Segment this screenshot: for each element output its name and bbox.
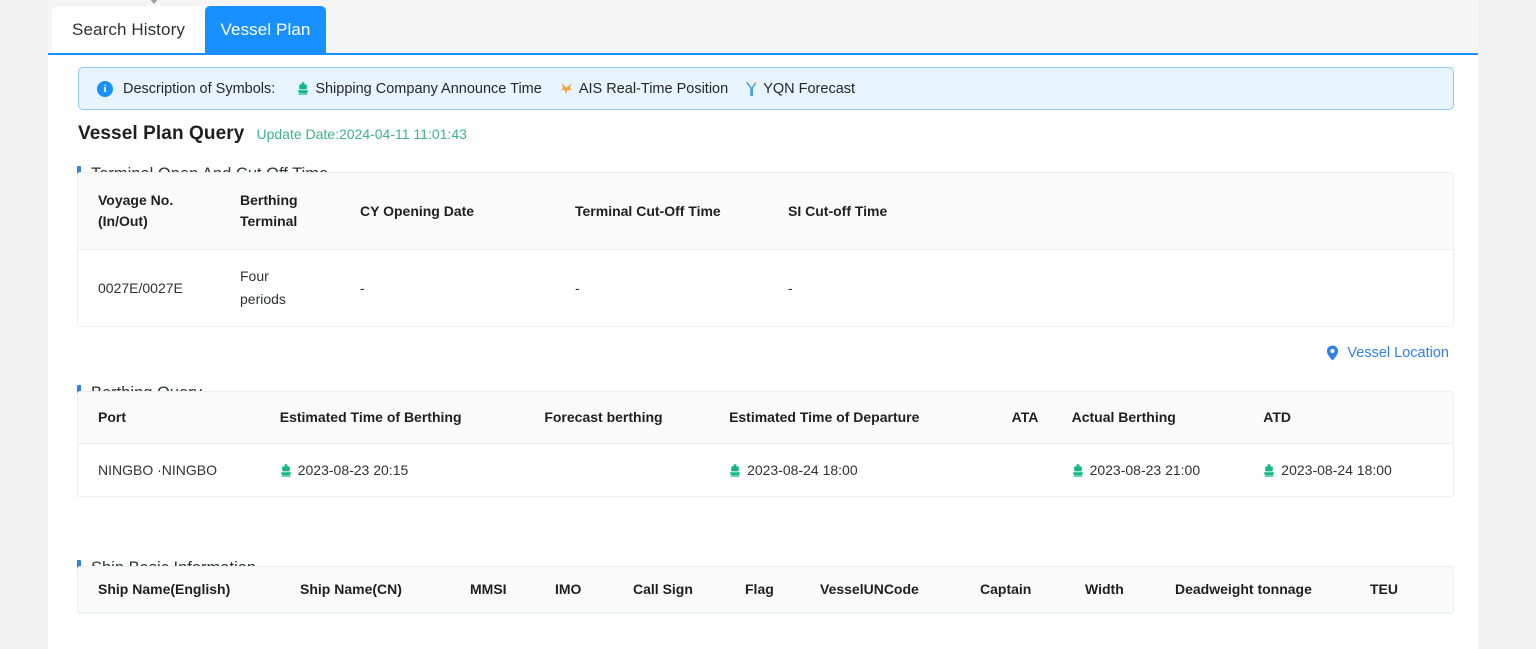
vessel-location-link[interactable]: Vessel Location — [1326, 345, 1449, 361]
cell-actual-berthing-value: 2023-08-23 21:00 — [1089, 461, 1201, 478]
column-header-port: Port — [98, 409, 126, 425]
legend-item-ais-label: AIS Real-Time Position — [578, 80, 729, 97]
tab-vessel-plan[interactable]: Vessel Plan — [205, 6, 326, 53]
column-header-flag: Flag — [745, 581, 774, 597]
column-header-etd: Estimated Time of Departure — [729, 409, 920, 425]
ais-cross-icon — [560, 82, 573, 95]
ship-icon — [729, 463, 741, 477]
column-header-captain: Captain — [980, 581, 1032, 597]
cell-cy-opening-date: - — [360, 279, 365, 296]
column-header-voyage-no: Voyage No. (In/Out) — [98, 192, 174, 229]
tab-strip: Search History Vessel Plan — [48, 0, 1478, 55]
column-header-mmsi: MMSI — [470, 581, 507, 597]
column-header-deadweight-tonnage: Deadweight tonnage — [1175, 581, 1312, 597]
content-pane: Search History Vessel Plan i Description… — [48, 0, 1478, 649]
cell-atd-value: 2023-08-24 18:00 — [1281, 461, 1392, 478]
column-header-ship-name-cn: Ship Name(CN) — [300, 581, 402, 597]
forecast-y-icon — [746, 81, 757, 96]
cell-port: NINGBO ·NINGBO — [98, 461, 218, 478]
table-row: 0027E/0027E Four periods - - - — [78, 250, 1453, 326]
tab-vessel-plan-label: Vessel Plan — [220, 19, 311, 39]
cell-etd: 2023-08-24 18:00 — [709, 459, 992, 482]
cell-terminal-cut-off-time: - — [575, 279, 580, 296]
table-header-row: Voyage No. (In/Out) Berthing Terminal CY… — [78, 173, 1453, 250]
legend-item-shipping-company-label: Shipping Company Announce Time — [315, 80, 542, 97]
column-header-vessel-un-code: VesselUNCode — [820, 581, 919, 597]
tab-search-history[interactable]: Search History — [52, 6, 205, 53]
page-body: i Description of Symbols: Shipping Compa… — [48, 55, 1478, 649]
legend-label: Description of Symbols: — [123, 80, 276, 97]
update-date: Update Date:2024-04-11 11:01:43 — [256, 126, 467, 142]
berthing-query-table: Port Estimated Time of Berthing Forecast… — [77, 391, 1454, 497]
page-title: Vessel Plan Query — [78, 123, 245, 144]
table-row: NINGBO ·NINGBO 2023-08-23 20:15 2023-08-… — [78, 444, 1453, 496]
cell-atd: 2023-08-24 18:00 — [1243, 459, 1453, 482]
cell-etb: 2023-08-23 20:15 — [260, 459, 525, 482]
ship-basic-information-table: Ship Name(English) Ship Name(CN) MMSI IM… — [77, 566, 1454, 614]
table-header-row: Ship Name(English) Ship Name(CN) MMSI IM… — [78, 567, 1453, 613]
ship-icon — [297, 82, 309, 95]
ship-icon — [1072, 463, 1083, 477]
table-header-row: Port Estimated Time of Berthing Forecast… — [78, 392, 1453, 444]
column-header-berthing-terminal: Berthing Terminal — [240, 192, 298, 229]
ship-icon — [1264, 463, 1275, 477]
cell-berthing-terminal: Four periods — [240, 268, 286, 307]
legend-item-yqn-forecast-label: YQN Forecast — [763, 80, 856, 97]
column-header-si-cut-off-time: SI Cut-off Time — [788, 202, 888, 219]
column-header-atd: ATD — [1263, 409, 1292, 425]
legend-item-ais: AIS Real-Time Position — [560, 81, 728, 97]
column-header-actual-berthing: Actual Berthing — [1071, 409, 1176, 425]
column-header-width: Width — [1085, 581, 1124, 597]
cell-si-cut-off-time: - — [788, 279, 793, 296]
page-title-row: Vessel Plan Query Update Date:2024-04-11… — [78, 123, 467, 145]
legend-item-shipping-company: Shipping Company Announce Time — [297, 81, 542, 97]
cell-etd-value: 2023-08-24 18:00 — [747, 461, 858, 478]
column-header-ata: ATA — [1011, 409, 1039, 425]
cell-actual-berthing: 2023-08-23 21:00 — [1052, 459, 1244, 482]
column-header-imo: IMO — [555, 581, 582, 597]
cell-voyage-no: 0027E/0027E — [98, 279, 183, 296]
column-header-ship-name-english: Ship Name(English) — [98, 581, 231, 597]
tab-search-history-label: Search History — [72, 19, 185, 39]
column-header-cy-opening-date: CY Opening Date — [360, 202, 475, 219]
map-pin-icon — [1326, 345, 1339, 361]
cell-etb-value: 2023-08-23 20:15 — [297, 461, 409, 478]
legend-item-yqn-forecast: YQN Forecast — [746, 81, 855, 97]
app-window: Search History Vessel Plan i Description… — [0, 0, 1536, 649]
info-icon: i — [97, 80, 113, 97]
column-header-etb: Estimated Time of Berthing — [279, 409, 462, 425]
column-header-forecast-berthing: Forecast berthing — [544, 409, 663, 425]
column-header-call-sign: Call Sign — [633, 581, 693, 597]
column-header-terminal-cut-off-time: Terminal Cut-Off Time — [575, 202, 721, 219]
vessel-location-label: Vessel Location — [1347, 345, 1449, 361]
caret-down-icon — [149, 0, 159, 4]
column-header-teu: TEU — [1370, 581, 1398, 597]
terminal-cutoff-table: Voyage No. (In/Out) Berthing Terminal CY… — [77, 172, 1454, 327]
symbol-legend-bar: i Description of Symbols: Shipping Compa… — [78, 67, 1454, 110]
ship-icon — [280, 463, 291, 477]
